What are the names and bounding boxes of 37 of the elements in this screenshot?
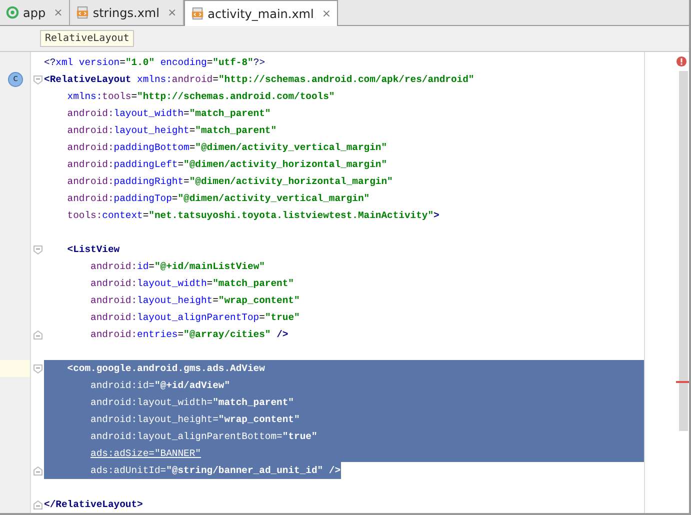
error-underline: ads:adSize="BANNER" [90, 448, 201, 459]
code-line: android:id="@+id/mainListView" [90, 260, 265, 274]
module-icon [6, 6, 19, 19]
code-line: android:layout_height="match_parent" [66, 124, 277, 138]
code-line: android:entries="@array/cities" /> [90, 328, 288, 342]
fold-icon[interactable] [32, 466, 42, 476]
code-line: android:layout_width="match_parent" [66, 107, 271, 121]
code-line: xmlns:tools="http://schemas.android.com/tools" [66, 90, 335, 104]
editor-tab[interactable]: activity_main.xml × [184, 0, 338, 26]
error-stripe[interactable] [676, 380, 689, 383]
close-tab-button[interactable]: × [167, 6, 177, 19]
fold-icon[interactable] [32, 364, 42, 374]
code-line: <?xml version="1.0" encoding="utf-8"?> [44, 56, 266, 70]
code-line: android:paddingLeft="@dimen/activity_horizontal_margin" [66, 158, 388, 172]
code-line: <RelativeLayout xmlns:android="http://schemas.android.com/apk/res/android" [44, 73, 474, 87]
error-icon[interactable] [676, 56, 687, 67]
breadcrumb-item[interactable]: RelativeLayout [40, 30, 134, 47]
scrollbar-thumb[interactable] [679, 71, 688, 431]
code-line: tools:context="net.tatsuyoshi.toyota.listviewtest.MainActivity"> [66, 209, 440, 223]
fold-icon[interactable] [32, 74, 42, 84]
fold-icon[interactable] [32, 330, 42, 340]
code-line: android:layout_height="wrap_content" [90, 294, 300, 308]
close-tab-button[interactable]: × [54, 6, 63, 19]
code-line: android:paddingRight="@dimen/activity_horizontal_margin" [66, 175, 393, 189]
fold-icon[interactable] [32, 500, 42, 510]
code-line: </RelativeLayout> [44, 498, 143, 512]
editor-tab[interactable]: strings.xml × [70, 0, 184, 25]
xml-file-icon [190, 7, 204, 20]
close-tab-button[interactable]: × [322, 7, 332, 20]
code-line: android:layout_width="match_parent" [90, 277, 294, 291]
code-line: android:paddingTop="@dimen/activity_vertical_margin" [66, 192, 370, 206]
editor-tab[interactable]: app × [0, 0, 70, 25]
code-line: android:layout_alignParentTop="true" [90, 311, 300, 325]
fold-icon[interactable] [32, 244, 42, 254]
code-line: <ListView [66, 243, 120, 257]
code-line: android:paddingBottom="@dimen/activity_vertical_margin" [66, 141, 388, 155]
xml-file-icon [76, 6, 89, 19]
